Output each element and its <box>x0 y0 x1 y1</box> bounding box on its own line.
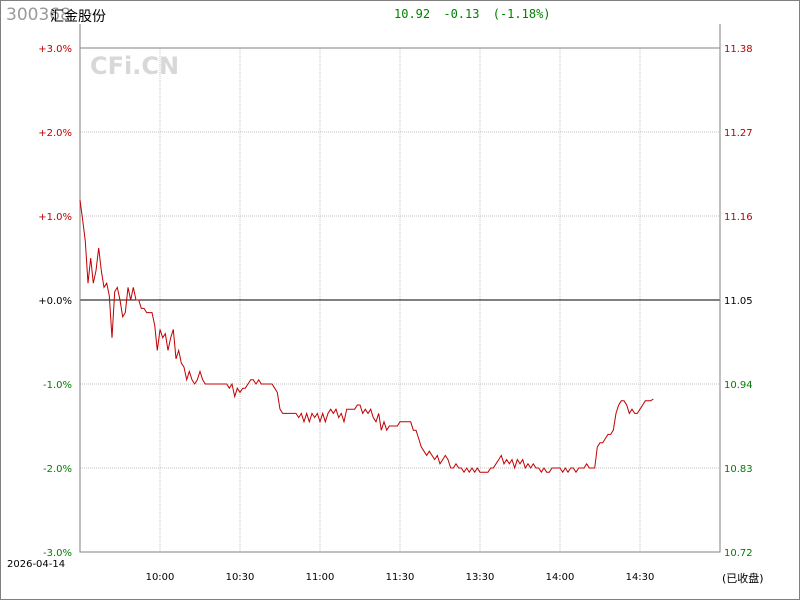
right-tick-label: 11.05 <box>724 296 753 307</box>
right-tick-label: 11.16 <box>724 212 753 223</box>
x-tick-label: 10:30 <box>226 572 255 583</box>
left-tick-label: +2.0% <box>38 128 72 139</box>
axis-labels: +3.0% 11.38 +2.0% 11.27 +1.0% 11.16 +0.0% 11.05… <box>38 44 752 583</box>
x-tick-label: 13:30 <box>466 572 495 583</box>
price-line <box>79 199 654 474</box>
left-tick-label: +1.0% <box>38 212 72 223</box>
left-tick-label: -3.0% <box>43 548 72 559</box>
x-tick-label: 11:30 <box>386 572 415 583</box>
right-tick-label: 10.72 <box>724 548 753 559</box>
trade-date: 2026-04-14 <box>7 559 65 570</box>
left-tick-label: +0.0% <box>38 296 72 307</box>
price-series <box>79 199 654 474</box>
intraday-chart: CFi.CN +3.0% 11.38 +2.0% 11.27 +1.0% 11.16 +0.… <box>7 24 764 585</box>
market-closed-label: (已收盘) <box>722 571 764 585</box>
watermark-logo: CFi.CN <box>90 52 179 80</box>
x-tick-label: 11:00 <box>306 572 335 583</box>
right-tick-label: 11.27 <box>724 128 753 139</box>
right-tick-label: 10.94 <box>724 380 753 391</box>
right-tick-label: 10.83 <box>724 464 753 475</box>
x-tick-label: 14:30 <box>626 572 655 583</box>
left-tick-label: +3.0% <box>38 44 72 55</box>
left-tick-label: -1.0% <box>43 380 72 391</box>
left-tick-label: -2.0% <box>43 464 72 475</box>
x-tick-label: 10:00 <box>146 572 175 583</box>
right-tick-label: 11.38 <box>724 44 753 55</box>
x-tick-label: 14:00 <box>546 572 575 583</box>
